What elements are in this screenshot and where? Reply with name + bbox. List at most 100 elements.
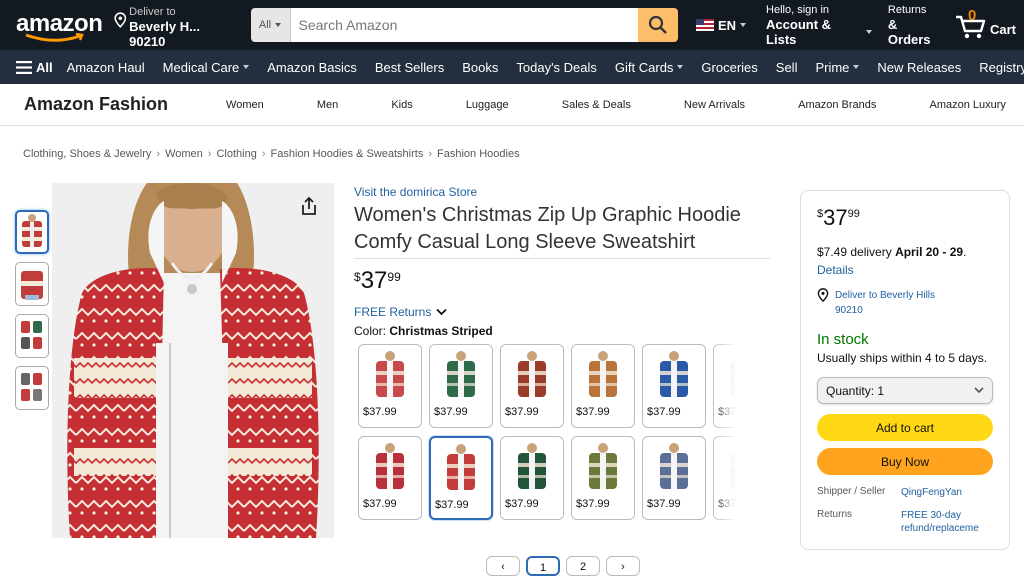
shipping-estimate: Usually ships within 4 to 5 days. [817,351,988,365]
returns-policy-link[interactable]: FREE 30-day refund/replaceme [901,509,993,535]
swatch-image [581,440,625,494]
quantity-select[interactable]: Quantity: 1 [817,377,993,404]
thumbnail-4[interactable] [15,366,49,410]
share-button[interactable] [300,196,318,221]
subnav-sell[interactable]: Sell [776,60,798,75]
fashion-sales-deals[interactable]: Sales & Deals [562,99,631,111]
fashion-kids[interactable]: Kids [391,99,412,111]
pagination-prev[interactable]: ‹ [486,556,520,576]
subnav-gift-cards[interactable]: Gift Cards [615,60,684,75]
search-input[interactable] [290,8,638,42]
deliver-label: Deliver to [129,5,176,18]
swatch-price: $37.99 [576,406,610,418]
cart-button[interactable]: 0 Cart [954,7,1016,39]
swatch-image [581,348,625,402]
account-lists-menu[interactable]: Hello, sign in Account & Lists [766,4,872,47]
color-swatch[interactable]: $37.99 [500,436,564,520]
fashion-men[interactable]: Men [317,99,338,111]
breadcrumb-item[interactable]: Fashion Hoodies [437,148,520,160]
subnav-best-sellers[interactable]: Best Sellers [375,60,444,75]
buy-now-button[interactable]: Buy Now [817,448,993,475]
fashion-nav: Amazon Fashion Women Men Kids Luggage Sa… [0,84,1024,126]
hoodie-thumbnail-image [21,271,43,300]
color-swatch[interactable]: $37.99 [571,344,635,428]
all-menu-button[interactable]: All [16,60,53,75]
fashion-new-arrivals[interactable]: New Arrivals [684,99,745,111]
main-product-image[interactable] [52,183,334,538]
breadcrumb-item[interactable]: Fashion Hoodies & Sweatshirts [270,148,423,160]
delivery-details-link[interactable]: Details [817,263,993,277]
color-swatch[interactable]: $37.99 [358,344,422,428]
language-selector[interactable]: EN [695,18,747,33]
subnav-amazon-haul[interactable]: Amazon Haul [67,60,145,75]
returns-orders-link[interactable]: Returns & Orders [888,4,942,47]
swatch-image [510,348,554,402]
swatch-pagination: ‹ 1 2 › [486,556,640,576]
color-swatch[interactable]: $37.99 [500,344,564,428]
swatch-price: $37.99 [434,406,468,418]
swatch-price: $37.99 [363,406,397,418]
us-flag-icon [695,19,714,31]
image-thumbnails [15,210,49,410]
amazon-fashion-link[interactable]: Amazon Fashion [24,94,168,115]
quantity-value: 1 [877,383,885,398]
chevron-down-icon [243,65,250,69]
swatch-price: $37.99 [505,498,539,510]
breadcrumb-item[interactable]: Clothing, Shoes & Jewelry [23,148,151,160]
buybox-price: $ 37 99 [817,205,860,230]
thumbnail-2[interactable] [15,262,49,306]
breadcrumb: Clothing, Shoes & Jewelry › Women › Clothi… [23,148,520,160]
subnav-medical-care[interactable]: Medical Care [163,60,250,75]
breadcrumb-separator-icon: › [156,148,161,160]
breadcrumb-item[interactable]: Clothing [216,148,256,160]
thumbnail-1[interactable] [15,210,49,254]
breadcrumb-item[interactable]: Women [165,148,203,160]
color-swatch[interactable]: $37.99 [358,436,422,520]
add-to-cart-button[interactable]: Add to cart [817,414,993,441]
fashion-amazon-brands[interactable]: Amazon Brands [798,99,876,111]
fashion-luggage[interactable]: Luggage [466,99,509,111]
pagination-page-1[interactable]: 1 [526,556,560,576]
subnav-todays-deals[interactable]: Today's Deals [516,60,597,75]
color-swatch[interactable]: $37.99 [642,436,706,520]
deliver-to-link[interactable]: Deliver to Beverly Hills 90210 [817,288,993,318]
thumbnail-3[interactable] [15,314,49,358]
swatch-image [652,348,696,402]
swatch-price: $37.99 [435,499,469,511]
stock-status: In stock [817,331,869,348]
subnav-amazon-basics[interactable]: Amazon Basics [267,60,357,75]
fashion-amazon-luxury[interactable]: Amazon Luxury [930,99,1006,111]
chevron-right-icon: › [621,561,625,573]
search-category-dropdown[interactable]: All [250,8,291,42]
swatch-image [439,441,483,495]
delivery-info: $7.49 delivery April 20 - 29. [817,245,967,259]
color-swatch[interactable]: $37.99 [429,344,493,428]
color-swatch-grid: $37.99$37.99$37.99$37.99$37.99$37.$37.99… [358,344,742,544]
breadcrumb-separator-icon: › [428,148,433,160]
seller-link[interactable]: QingFengYan [901,486,993,499]
breadcrumb-separator-icon: › [207,148,212,160]
subnav-new-releases[interactable]: New Releases [877,60,961,75]
hoodie-model-image [52,183,334,538]
pagination-page-2[interactable]: 2 [566,556,600,576]
free-returns-link[interactable]: FREE Returns [354,305,774,319]
hoodie-thumbnail-image [21,321,42,349]
deliver-to-location[interactable]: Deliver to Beverly H... 90210 [113,2,237,49]
search-button[interactable] [637,8,678,42]
color-swatch[interactable]: $37.99 [642,344,706,428]
subnav-registry[interactable]: Registry [979,60,1024,75]
fashion-women[interactable]: Women [226,99,264,111]
subnav-prime[interactable]: Prime [815,60,860,75]
swatch-image [510,440,554,494]
color-swatch[interactable]: $37.99 [571,436,635,520]
buy-box: $ 37 99 $7.49 delivery April 20 - 29. De… [800,190,1010,550]
store-link[interactable]: Visit the domirica Store [354,185,774,199]
subnav-books[interactable]: Books [462,60,498,75]
selected-color-name: Christmas Striped [389,324,493,338]
amazon-logo[interactable]: amazon [14,6,103,44]
swatch-price: $37.99 [363,498,397,510]
share-icon [302,196,316,215]
pagination-next[interactable]: › [606,556,640,576]
subnav-groceries[interactable]: Groceries [701,60,757,75]
color-swatch[interactable]: $37.99 [429,436,493,520]
